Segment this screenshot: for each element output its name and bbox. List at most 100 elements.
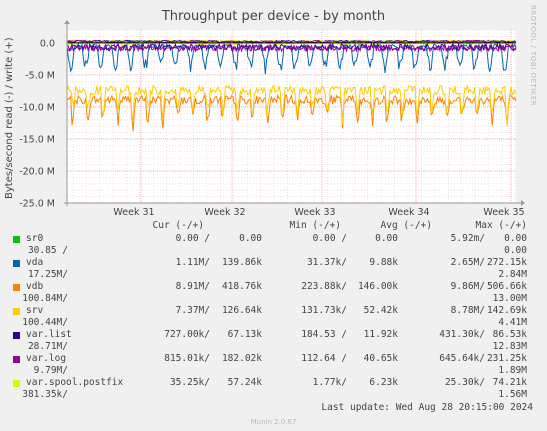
legend-value-cur: 727.00k/ <box>164 329 210 340</box>
legend-value-min2: 146.00k <box>357 281 398 292</box>
legend-value-max2: 13.00M <box>492 293 527 304</box>
legend-value-cur: 815.01k/ <box>164 353 210 364</box>
y-tick-label: -10.0 M <box>19 102 55 113</box>
plot-area: 0.0 -5.0 M -10.0 M -15.0 M -20.0 M -25.0 M Wee… <box>19 20 525 218</box>
x-tick-label: Week 34 <box>388 207 429 218</box>
legend-value-cur: 35.25k/ <box>169 377 210 388</box>
legend-value-min: 1.77k/ <box>312 377 347 388</box>
y-tick-label: -5.0 M <box>25 70 55 81</box>
legend-value-cur2: 57.24k <box>227 377 262 388</box>
y-tick-label: -25.0 M <box>19 199 55 210</box>
legend-value-cur2: 418.76k <box>221 281 262 292</box>
legend-value-max2: 4.41M <box>498 317 527 328</box>
legend-value-cur: 8.91M/ <box>175 281 210 292</box>
legend-series-name: var.log <box>26 353 67 364</box>
legend-swatch <box>13 356 20 363</box>
legend-row-max: 100.84M/13.00M <box>0 293 547 305</box>
legend-series-name: var.list <box>26 329 72 340</box>
legend-value-avg2: 86.53k <box>492 329 527 340</box>
legend-value-cur2: 182.02k <box>221 353 262 364</box>
legend-value-avg2: 0.00 <box>504 233 527 244</box>
legend-row-max: 100.44M/4.41M <box>0 317 547 329</box>
legend-value-cur: 7.37M/ <box>175 305 210 316</box>
legend-header-avg: Avg (-/+) <box>380 220 432 231</box>
x-tick-label: Week 32 <box>204 207 245 218</box>
legend-series-name: vdb <box>26 281 44 292</box>
munin-version: Munin 2.0.67 <box>250 418 297 426</box>
legend-value-max2: 0.00 <box>504 245 527 256</box>
legend-value-avg: 5.92m/ <box>450 233 485 244</box>
legend-value-cur: 0.00 / <box>175 233 210 244</box>
legend-value-cur2: 67.13k <box>227 329 262 340</box>
legend-series-name: sr0 <box>26 233 44 244</box>
x-tick-label: Week 35 <box>483 207 524 218</box>
legend-row: vda 1.11M/139.86k 31.37k/9.88k 2.65M/272.15… <box>0 257 547 269</box>
legend-value-cur2: 0.00 <box>239 233 262 244</box>
legend-value-avg: 431.30k/ <box>439 329 485 340</box>
legend-row-max: 381.35k/1.56M <box>0 389 547 401</box>
legend-value-max2: 12.83M <box>492 341 527 352</box>
legend-value-min: 131.73k/ <box>301 305 347 316</box>
legend-value-avg2: 74.21k <box>492 377 527 388</box>
legend-row: var.log 815.01k/182.02k 112.64 / 40.65k 645.… <box>0 353 547 365</box>
legend-swatch <box>13 380 20 387</box>
legend-value-max: 381.35k/ <box>22 389 68 400</box>
legend-value-max: 30.85 / <box>27 245 68 256</box>
legend-value-min: 31.37k/ <box>306 257 347 268</box>
legend-value-min2: 0.00 <box>375 233 398 244</box>
legend-value-min: 223.88k/ <box>301 281 347 292</box>
legend-value-max2: 1.89M <box>498 365 527 376</box>
legend-value-avg2: 272.15k <box>486 257 527 268</box>
legend-value-min: 0.00 / <box>312 233 347 244</box>
legend-row: sr0 0.00 / 0.00 0.00 / 0.00 5.92m/0.00 <box>0 233 547 245</box>
x-tick-label: Week 33 <box>294 207 335 218</box>
legend-value-avg: 9.86M/ <box>450 281 485 292</box>
last-update: Last update: Wed Aug 28 20:15:00 2024 <box>321 402 533 413</box>
legend-header: Cur (-/+) Min (-/+) Avg (-/+) Max (-/+) <box>0 220 547 232</box>
legend-header-max: Max (-/+) <box>475 220 527 231</box>
legend-row: srv 7.37M/126.64k 131.73k/52.42k 8.78M/142.… <box>0 305 547 317</box>
legend-value-max: 100.44M/ <box>22 317 68 328</box>
x-tick-label: Week 31 <box>113 207 154 218</box>
legend-value-max: 100.84M/ <box>22 293 68 304</box>
legend-value-cur2: 126.64k <box>221 305 262 316</box>
legend-value-max: 9.79M/ <box>33 365 68 376</box>
legend-swatch <box>13 308 20 315</box>
legend-header-min: Min (-/+) <box>289 220 341 231</box>
legend-value-avg2: 231.25k <box>486 353 527 364</box>
legend-row: vdb 8.91M/418.76k 223.88k/146.00k 9.86M/506… <box>0 281 547 293</box>
legend-value-max: 17.25M/ <box>27 269 68 280</box>
legend-value-avg: 2.65M/ <box>450 257 485 268</box>
legend-value-min: 112.64 / <box>301 353 347 364</box>
legend-value-avg2: 506.66k <box>486 281 527 292</box>
legend-value-cur2: 139.86k <box>221 257 262 268</box>
legend-swatch <box>13 284 20 291</box>
legend-header-cur: Cur (-/+) <box>152 220 204 231</box>
legend-value-min2: 11.92k <box>363 329 398 340</box>
legend-value-min2: 6.23k <box>369 377 398 388</box>
legend-value-min: 184.53 / <box>301 329 347 340</box>
legend-value-max2: 1.56M <box>498 389 527 400</box>
legend-value-max: 28.71M/ <box>27 341 68 352</box>
legend-swatch <box>13 332 20 339</box>
legend-row-max: 30.85 / 0.00 <box>0 245 547 257</box>
legend-value-avg: 25.30k/ <box>444 377 485 388</box>
legend-value-max2: 2.84M <box>498 269 527 280</box>
y-tick-label: 0.0 <box>40 38 55 49</box>
legend-series-name: var.spool.postfix <box>26 377 124 388</box>
legend-swatch <box>13 260 20 267</box>
legend-series-name: srv <box>26 305 44 316</box>
y-tick-label: -15.0 M <box>19 134 55 145</box>
legend-series-name: vda <box>26 257 44 268</box>
legend-row: var.spool.postfix 35.25k/57.24k 1.77k/6.23… <box>0 377 547 389</box>
legend-row-max: 28.71M/12.83M <box>0 341 547 353</box>
legend-row-max: 9.79M/1.89M <box>0 365 547 377</box>
legend-value-min2: 40.65k <box>363 353 398 364</box>
legend-value-min2: 9.88k <box>369 257 398 268</box>
legend-value-avg: 645.64k/ <box>439 353 485 364</box>
legend-row: var.list 727.00k/67.13k 184.53 / 11.92k 431.… <box>0 329 547 341</box>
legend-value-cur: 1.11M/ <box>175 257 210 268</box>
y-axis-arrow <box>64 20 70 24</box>
legend-value-avg2: 142.69k <box>486 305 527 316</box>
x-axis-arrow <box>521 200 525 206</box>
